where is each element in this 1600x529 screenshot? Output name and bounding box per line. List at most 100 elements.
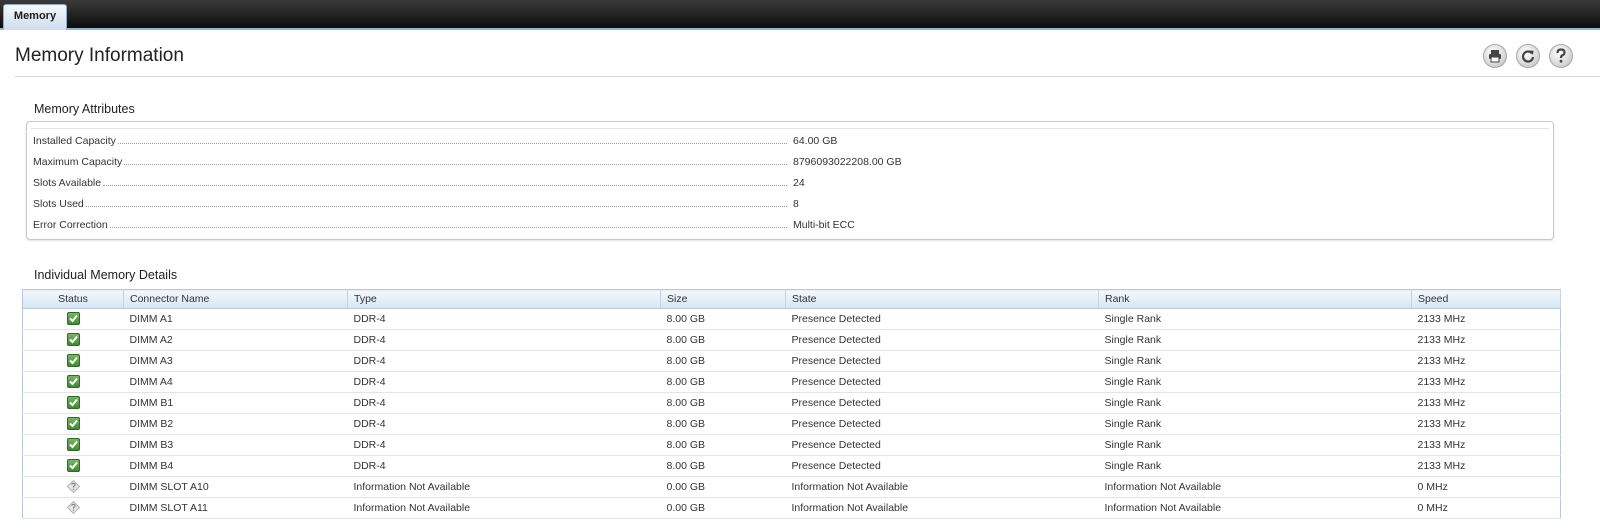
type-cell: DDR-4 (347, 371, 661, 393)
rank-cell: Single Rank (1098, 413, 1412, 435)
refresh-icon (1521, 50, 1535, 63)
type-cell: DDR-4 (347, 392, 661, 414)
print-button[interactable] (1483, 44, 1507, 68)
help-icon (1556, 48, 1566, 63)
status-unknown-icon (66, 479, 80, 493)
column-header-connector-name[interactable]: Connector Name (123, 289, 348, 309)
table-header-row: Status Connector Name Type Size State Ra… (22, 289, 1561, 309)
speed-cell: 2133 MHz (1411, 371, 1561, 393)
status-ok-icon (66, 416, 80, 430)
rank-cell: Single Rank (1098, 308, 1412, 330)
connector-name-cell: DIMM A3 (123, 350, 348, 372)
table-row[interactable]: DIMM SLOT A11 Information Not Available 0.… (22, 497, 1561, 519)
size-cell: 8.00 GB (660, 392, 786, 414)
attribute-value: 8 (793, 198, 799, 210)
table-row[interactable]: DIMM B1 DDR-4 8.00 GB Presence Detected Sing… (22, 392, 1561, 414)
state-cell: Presence Detected (785, 413, 1099, 435)
connector-name-cell: DIMM B2 (123, 413, 348, 435)
speed-cell: 2133 MHz (1411, 413, 1561, 435)
memory-details-table: Status Connector Name Type Size State Ra… (22, 289, 1561, 519)
column-header-size[interactable]: Size (660, 289, 786, 309)
column-header-speed[interactable]: Speed (1411, 289, 1561, 309)
connector-name-cell: DIMM A2 (123, 329, 348, 351)
column-header-status[interactable]: Status (22, 289, 124, 309)
table-row[interactable]: DIMM B4 DDR-4 8.00 GB Presence Detected Sing… (22, 455, 1561, 477)
table-row[interactable]: DIMM A4 DDR-4 8.00 GB Presence Detected Sing… (22, 371, 1561, 393)
print-icon (1489, 50, 1501, 63)
speed-cell: 0 MHz (1411, 497, 1561, 519)
connector-name-cell: DIMM B1 (123, 392, 348, 414)
connector-name-cell: DIMM A4 (123, 371, 348, 393)
tab-memory[interactable]: Memory (3, 4, 67, 30)
column-header-type[interactable]: Type (347, 289, 661, 309)
state-cell: Presence Detected (785, 329, 1099, 351)
status-cell (22, 371, 124, 393)
status-cell (22, 308, 124, 330)
status-cell (22, 476, 124, 498)
attribute-value: 64.00 GB (793, 135, 838, 147)
leader-dots (124, 156, 787, 165)
help-button[interactable] (1549, 44, 1573, 68)
attribute-row-slots-available: Slots Available 24 (33, 172, 1543, 193)
table-row[interactable]: DIMM B2 DDR-4 8.00 GB Presence Detected Sing… (22, 413, 1561, 435)
attribute-label: Slots Used (33, 198, 84, 210)
page-title: Memory Information (15, 45, 184, 66)
table-row[interactable]: DIMM A2 DDR-4 8.00 GB Presence Detected Sing… (22, 329, 1561, 351)
rank-cell: Single Rank (1098, 392, 1412, 414)
speed-cell: 2133 MHz (1411, 392, 1561, 414)
state-cell: Information Not Available (785, 497, 1099, 519)
refresh-button[interactable] (1516, 44, 1540, 68)
type-cell: DDR-4 (347, 413, 661, 435)
attribute-row-slots-used: Slots Used 8 (33, 193, 1543, 214)
size-cell: 8.00 GB (660, 455, 786, 477)
size-cell: 8.00 GB (660, 434, 786, 456)
table-row[interactable]: DIMM B3 DDR-4 8.00 GB Presence Detected Sing… (22, 434, 1561, 456)
state-cell: Presence Detected (785, 392, 1099, 414)
panel-divider (31, 128, 1549, 129)
column-header-rank[interactable]: Rank (1098, 289, 1412, 309)
rank-cell: Information Not Available (1098, 497, 1412, 519)
status-ok-icon (66, 437, 80, 451)
attribute-row-installed-capacity: Installed Capacity 64.00 GB (33, 130, 1543, 151)
size-cell: 8.00 GB (660, 350, 786, 372)
memory-attributes-panel: Installed Capacity 64.00 GB Maximum Capa… (26, 121, 1554, 240)
rank-cell: Single Rank (1098, 371, 1412, 393)
speed-cell: 2133 MHz (1411, 308, 1561, 330)
table-body: DIMM A1 DDR-4 8.00 GB Presence Detected Sing… (22, 308, 1561, 519)
status-cell (22, 455, 124, 477)
state-cell: Presence Detected (785, 350, 1099, 372)
rank-cell: Single Rank (1098, 350, 1412, 372)
type-cell: DDR-4 (347, 329, 661, 351)
column-header-state[interactable]: State (785, 289, 1099, 309)
status-cell (22, 497, 124, 519)
attribute-label: Slots Available (33, 177, 102, 189)
connector-name-cell: DIMM A1 (123, 308, 348, 330)
connector-name-cell: DIMM SLOT A10 (123, 476, 348, 498)
rank-cell: Single Rank (1098, 455, 1412, 477)
size-cell: 8.00 GB (660, 308, 786, 330)
attribute-value: Multi-bit ECC (793, 219, 855, 231)
status-ok-icon (66, 395, 80, 409)
state-cell: Presence Detected (785, 455, 1099, 477)
state-cell: Presence Detected (785, 308, 1099, 330)
tab-bar: Memory (0, 0, 1600, 30)
status-cell (22, 329, 124, 351)
table-row[interactable]: DIMM A1 DDR-4 8.00 GB Presence Detected Sing… (22, 308, 1561, 330)
state-cell: Information Not Available (785, 476, 1099, 498)
type-cell: DDR-4 (347, 455, 661, 477)
leader-dots (117, 135, 787, 144)
status-ok-icon (66, 332, 80, 346)
status-cell (22, 350, 124, 372)
speed-cell: 2133 MHz (1411, 329, 1561, 351)
size-cell: 8.00 GB (660, 371, 786, 393)
rank-cell: Information Not Available (1098, 476, 1412, 498)
table-row[interactable]: DIMM SLOT A10 Information Not Available 0.… (22, 476, 1561, 498)
leader-dots (109, 219, 787, 228)
speed-cell: 2133 MHz (1411, 434, 1561, 456)
attribute-value: 24 (793, 177, 805, 189)
status-ok-icon (66, 458, 80, 472)
connector-name-cell: DIMM B3 (123, 434, 348, 456)
attribute-row-maximum-capacity: Maximum Capacity 8796093022208.00 GB (33, 151, 1543, 172)
status-cell (22, 434, 124, 456)
table-row[interactable]: DIMM A3 DDR-4 8.00 GB Presence Detected Sing… (22, 350, 1561, 372)
